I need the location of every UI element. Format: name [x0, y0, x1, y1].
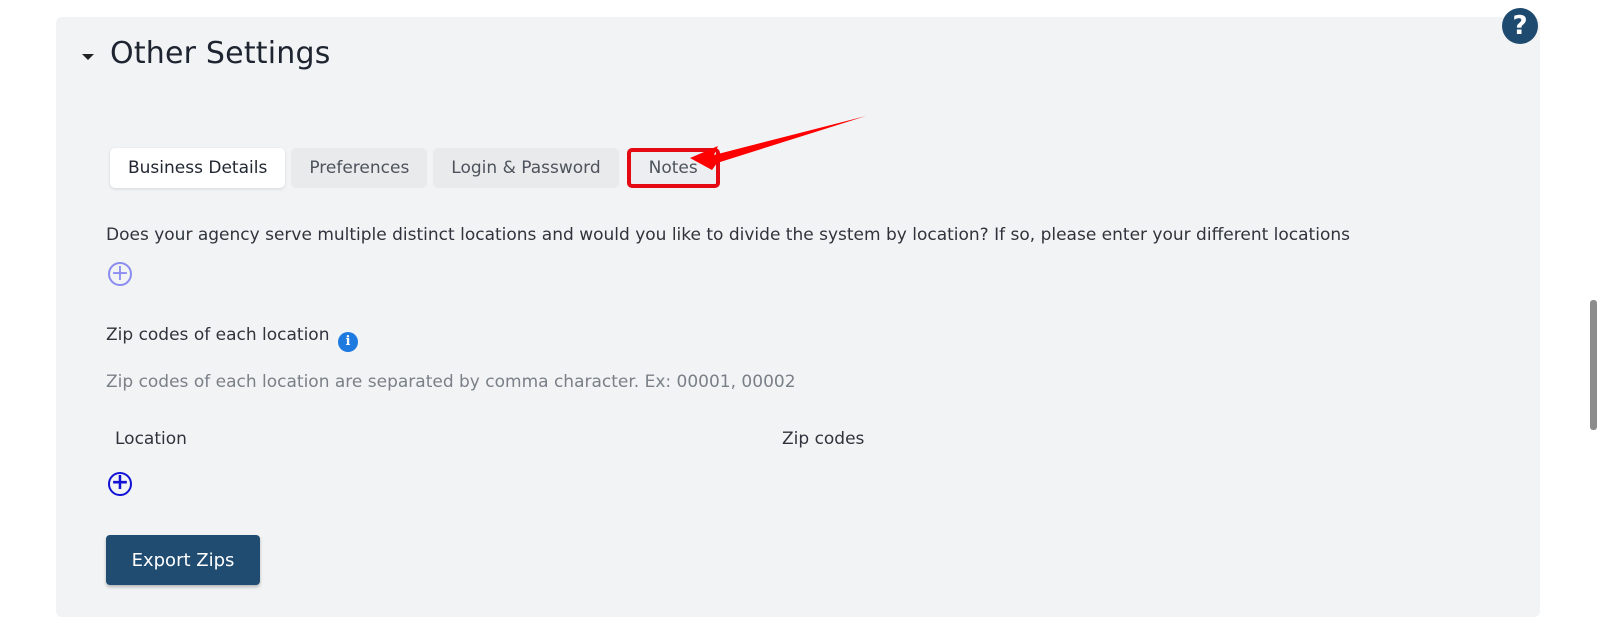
- tab-business-details[interactable]: Business Details: [110, 148, 286, 188]
- annotation-arrow: [690, 116, 866, 170]
- info-icon[interactable]: i: [338, 332, 358, 352]
- zip-codes-label: Zip codes of each location: [106, 325, 330, 345]
- tab-login-password[interactable]: Login & Password: [433, 148, 619, 188]
- add-location-plus-icon[interactable]: +: [108, 262, 132, 286]
- export-zips-button[interactable]: Export Zips: [106, 535, 260, 585]
- help-question-icon[interactable]: ?: [1502, 8, 1538, 44]
- add-zip-row-plus-icon[interactable]: +: [108, 472, 132, 496]
- settings-panel: [56, 17, 1540, 617]
- scrollbar-thumb[interactable]: [1590, 300, 1597, 430]
- section-header-toggle[interactable]: Other Settings: [82, 36, 331, 71]
- section-title: Other Settings: [110, 36, 331, 71]
- zip-codes-helper-text: Zip codes of each location are separated…: [106, 372, 796, 392]
- red-arrow-icon: [690, 116, 866, 170]
- locations-question: Does your agency serve multiple distinct…: [106, 225, 1350, 245]
- tab-preferences[interactable]: Preferences: [291, 148, 428, 188]
- tab-bar: Business Details Preferences Login & Pas…: [110, 148, 726, 188]
- column-header-zip-codes: Zip codes: [782, 429, 865, 449]
- column-header-location: Location: [115, 429, 187, 449]
- caret-down-icon[interactable]: [82, 53, 94, 60]
